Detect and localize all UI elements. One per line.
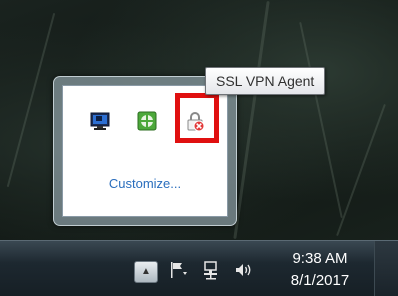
action-center-flag-icon[interactable] (168, 259, 188, 281)
clock-time[interactable]: 9:38 AM (270, 250, 370, 267)
background-branch (299, 21, 343, 219)
monitor-icon[interactable] (89, 110, 111, 132)
network-icon[interactable] (202, 259, 222, 281)
highlight-box (175, 93, 219, 143)
background-branch (336, 103, 386, 237)
green-shield-icon[interactable] (136, 110, 158, 132)
clock-date[interactable]: 8/1/2017 (270, 272, 370, 289)
taskbar: ▲ 9:38 AM 8/1/2017 (0, 240, 398, 296)
flyout-panel: Customize... (62, 85, 228, 217)
volume-icon[interactable] (234, 259, 254, 281)
notification-overflow-flyout: Customize... (53, 76, 237, 226)
show-desktop-button[interactable] (374, 241, 398, 296)
background-branch (6, 12, 56, 188)
vpn-agent-tooltip: SSL VPN Agent (205, 67, 326, 95)
background-branch (233, 0, 270, 240)
show-hidden-icons-button[interactable]: ▲ (134, 261, 158, 283)
customize-link[interactable]: Customize... (63, 176, 227, 191)
